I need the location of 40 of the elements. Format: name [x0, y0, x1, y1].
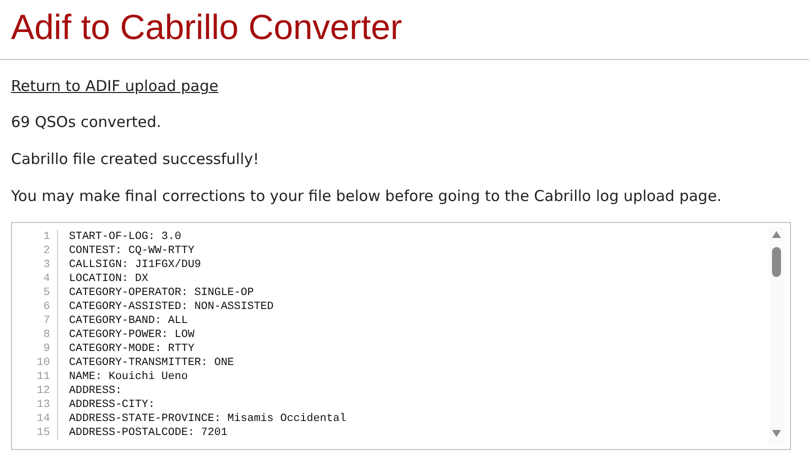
code-line: ADDRESS-CITY: [68, 398, 155, 412]
code-line: START-OF-LOG: 3.0 [68, 230, 182, 244]
scroll-down-icon[interactable] [772, 430, 781, 437]
code-line: NAME: Kouichi Ueno [68, 370, 188, 384]
line-number: 5 [12, 286, 58, 300]
line-number: 2 [12, 244, 58, 258]
line-number: 10 [12, 356, 58, 370]
code-line: CATEGORY-BAND: ALL [68, 314, 188, 328]
line-number: 1 [12, 230, 58, 244]
page-title: Adif to Cabrillo Converter [11, 7, 403, 49]
status-message: 69 QSOs converted. [11, 112, 162, 132]
line-number: 12 [12, 384, 58, 398]
code-line: ADDRESS-POSTALCODE: 7201 [68, 426, 228, 440]
line-number: 14 [12, 412, 58, 426]
code-line: CONTEST: CQ-WW-RTTY [68, 244, 194, 258]
status-message: You may make final corrections to your file below before going to the Cabrillo log upload page. [11, 186, 723, 206]
line-number: 9 [12, 342, 58, 356]
scroll-up-icon[interactable] [772, 231, 781, 238]
code-line: CATEGORY-OPERATOR: SINGLE-OP [68, 286, 254, 300]
code-line: CATEGORY-MODE: RTTY [68, 342, 194, 356]
line-number: 13 [12, 398, 58, 412]
status-message: Cabrillo file created successfully! [11, 149, 260, 169]
line-number: 15 [12, 426, 58, 440]
line-number: 11 [12, 370, 58, 384]
code-line: CATEGORY-TRANSMITTER: ONE [68, 356, 234, 370]
code-line: CATEGORY-POWER: LOW [68, 328, 194, 342]
line-number: 7 [12, 314, 58, 328]
scrollbar[interactable] [769, 227, 784, 445]
cabrillo-editor[interactable] [11, 222, 791, 450]
code-line: ADDRESS-STATE-PROVINCE: Misamis Occidental [68, 412, 346, 426]
line-number: 6 [12, 300, 58, 314]
scroll-thumb[interactable] [772, 247, 781, 277]
code-line: CATEGORY-ASSISTED: NON-ASSISTED [68, 300, 274, 314]
line-number: 8 [12, 328, 58, 342]
code-line: CALLSIGN: JI1FGX/DU9 [68, 258, 202, 272]
return-link[interactable]: Return to ADIF upload page [11, 77, 218, 95]
code-line: LOCATION: DX [68, 272, 148, 286]
line-number: 4 [12, 272, 58, 286]
line-number: 3 [12, 258, 58, 272]
code-line: ADDRESS: [68, 384, 122, 398]
